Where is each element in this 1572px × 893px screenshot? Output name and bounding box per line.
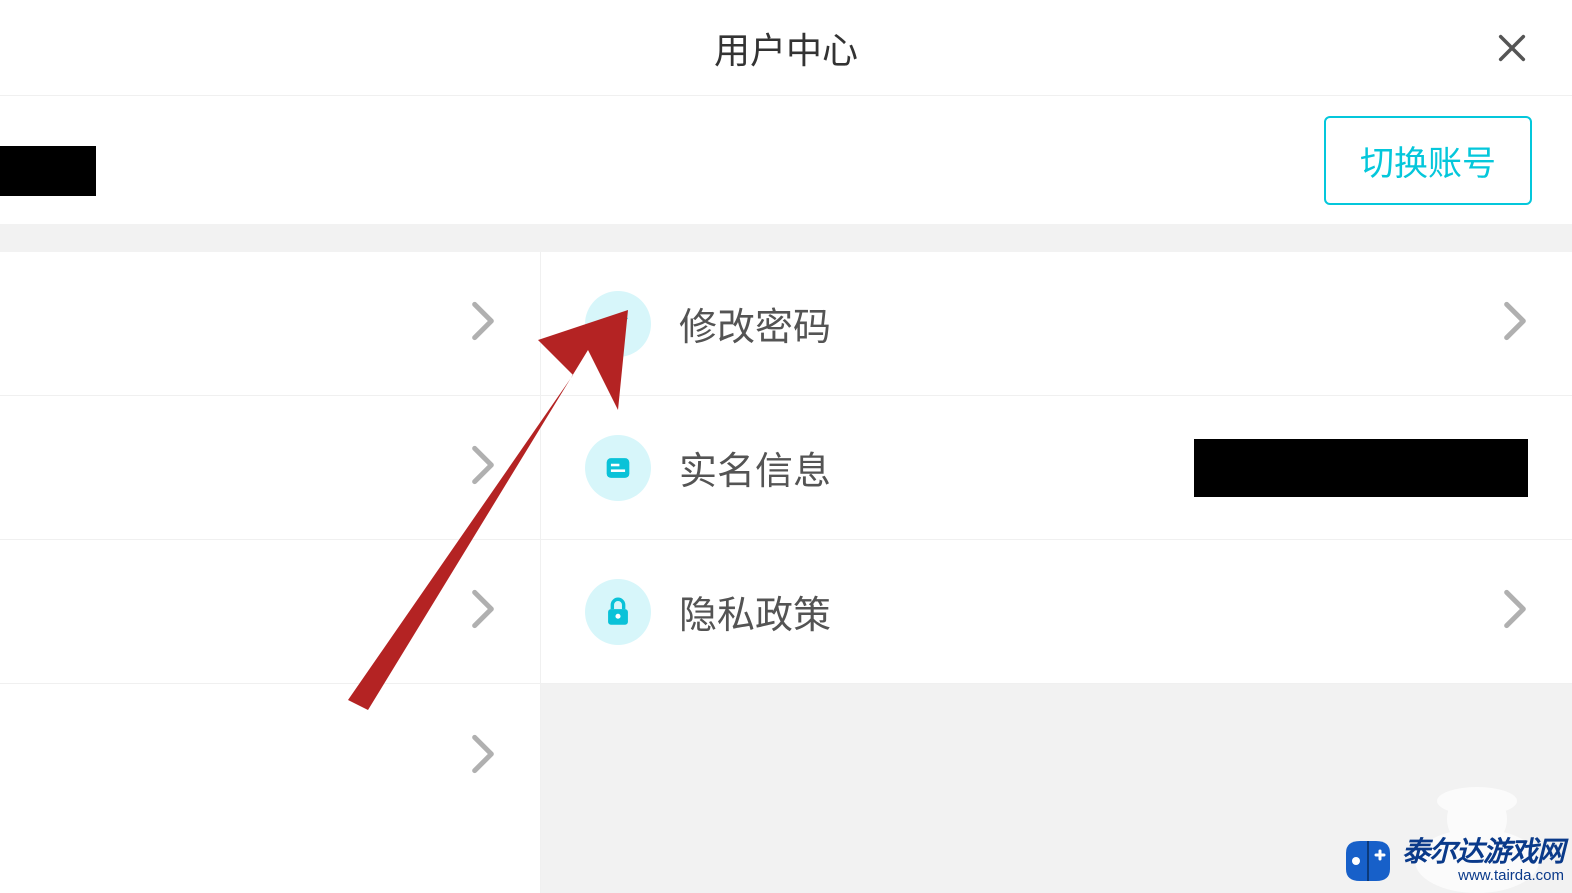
- close-icon: [1495, 31, 1529, 65]
- chevron-right-icon: [470, 301, 496, 346]
- id-card-icon: [585, 435, 651, 501]
- edit-icon: [585, 291, 651, 357]
- section-divider: [0, 224, 1572, 252]
- menu-label: 隐私政策: [679, 584, 831, 639]
- chevron-right-icon: [1502, 589, 1528, 634]
- right-column: 修改密码 实名信息 隐私政策: [540, 252, 1572, 893]
- header: 用户中心: [0, 0, 1572, 96]
- menu-label: 修改密码: [679, 296, 831, 351]
- menu-label: 实名信息: [679, 440, 831, 495]
- real-name-redacted: [1194, 439, 1528, 497]
- menu-privacy-policy[interactable]: 隐私政策: [541, 540, 1572, 684]
- left-column: [0, 252, 540, 893]
- page-title: 用户中心: [714, 22, 858, 74]
- lock-icon: [585, 579, 651, 645]
- menu-change-password[interactable]: 修改密码: [541, 252, 1572, 396]
- watermark: 泰尔达游戏网 www.tairda.com: [1340, 833, 1564, 889]
- chevron-right-icon: [1502, 301, 1528, 346]
- content-area: 修改密码 实名信息 隐私政策: [0, 252, 1572, 893]
- switch-account-button[interactable]: 切换账号: [1324, 116, 1532, 205]
- menu-real-name-info[interactable]: 实名信息: [541, 396, 1572, 540]
- watermark-url: www.tairda.com: [1458, 868, 1564, 885]
- account-bar: 切换账号: [0, 96, 1572, 224]
- chevron-right-icon: [470, 589, 496, 634]
- watermark-text: 泰尔达游戏网 www.tairda.com: [1402, 837, 1564, 884]
- left-row-1[interactable]: [0, 252, 540, 396]
- watermark-logo-icon: [1340, 833, 1396, 889]
- close-button[interactable]: [1492, 28, 1532, 68]
- left-row-4[interactable]: [0, 684, 540, 828]
- chevron-right-icon: [470, 734, 496, 779]
- watermark-title: 泰尔达游戏网: [1402, 837, 1564, 868]
- left-row-3[interactable]: [0, 540, 540, 684]
- chevron-right-icon: [470, 445, 496, 490]
- left-row-2[interactable]: [0, 396, 540, 540]
- account-redacted: [0, 146, 96, 196]
